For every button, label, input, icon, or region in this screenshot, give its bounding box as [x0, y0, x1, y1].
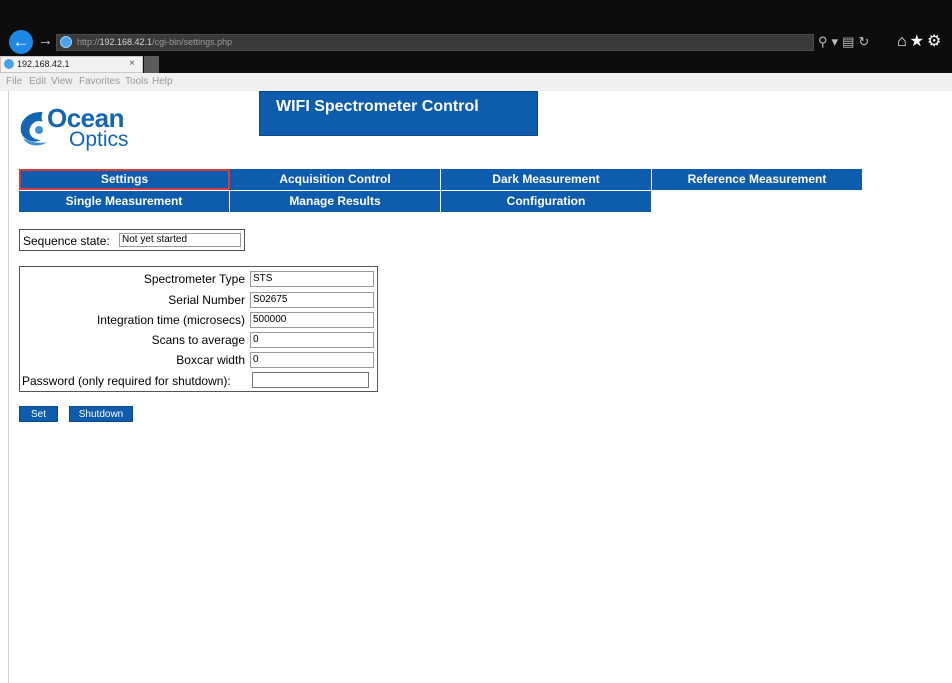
- nav-acquisition-control[interactable]: Acquisition Control: [230, 169, 441, 190]
- nav-configuration[interactable]: Configuration: [441, 191, 652, 212]
- logo-swirl-icon: [20, 112, 47, 146]
- menu-edit[interactable]: Edit: [29, 76, 46, 87]
- serial-number-label: Serial Number: [168, 293, 245, 307]
- ocean-optics-logo: Ocean Optics: [17, 100, 177, 156]
- nav-reference-measurement[interactable]: Reference Measurement: [652, 169, 863, 190]
- tab-close-icon[interactable]: ×: [129, 58, 135, 69]
- spectrometer-type-label: Spectrometer Type: [143, 272, 245, 286]
- window-left-border: [0, 91, 9, 683]
- new-tab-button[interactable]: [144, 56, 159, 73]
- integration-time-label: Integration time (microsecs): [96, 313, 245, 327]
- set-button[interactable]: Set: [19, 406, 58, 422]
- spectrometer-type-field[interactable]: STS: [250, 271, 374, 287]
- menu-favorites[interactable]: Favorites: [79, 76, 120, 87]
- password-label: Password (only required for shutdown):: [22, 374, 231, 388]
- logo-text-optics: Optics: [69, 128, 129, 151]
- settings-form: Spectrometer Type STS Serial Number S026…: [19, 266, 378, 392]
- password-field[interactable]: [252, 372, 369, 388]
- refresh-icon[interactable]: ↻: [858, 34, 869, 49]
- menu-bar: File Edit View Favorites Tools Help: [0, 73, 952, 91]
- tab-title: 192.168.42.1: [17, 59, 70, 69]
- sequence-state-box: Sequence state: Not yet started: [19, 229, 245, 251]
- serial-number-field[interactable]: S02675: [250, 292, 374, 308]
- nav-manage-results[interactable]: Manage Results: [230, 191, 441, 212]
- address-bar[interactable]: http://192.168.42.1/cgi-bin/settings.php: [56, 34, 814, 51]
- nav-settings[interactable]: Settings: [19, 169, 230, 190]
- menu-tools[interactable]: Tools: [125, 76, 148, 87]
- url-text: http://192.168.42.1/cgi-bin/settings.php: [77, 37, 233, 47]
- browser-right-icons: ⌂ ★ ⚙: [897, 31, 944, 51]
- nav-dark-measurement[interactable]: Dark Measurement: [441, 169, 652, 190]
- shutdown-button[interactable]: Shutdown: [69, 406, 133, 422]
- scans-to-average-field[interactable]: 0: [250, 332, 374, 348]
- compat-view-icon[interactable]: ▤: [842, 34, 854, 49]
- address-bar-tools: ⚲ ▾ ▤ ↻: [818, 34, 873, 50]
- nav-single-measurement[interactable]: Single Measurement: [19, 191, 230, 212]
- sequence-state-label: Sequence state:: [23, 234, 110, 248]
- boxcar-width-field[interactable]: 0: [250, 352, 374, 368]
- settings-gear-icon[interactable]: ⚙: [927, 33, 941, 50]
- ie-page-icon: [60, 36, 72, 48]
- boxcar-width-label: Boxcar width: [176, 353, 245, 367]
- back-button[interactable]: ←: [9, 30, 33, 54]
- dropdown-icon[interactable]: ▾: [832, 34, 839, 49]
- menu-file[interactable]: File: [6, 76, 22, 87]
- home-icon[interactable]: ⌂: [897, 33, 907, 50]
- sequence-state-value: Not yet started: [119, 233, 241, 247]
- browser-tab[interactable]: 192.168.42.1 ×: [0, 56, 143, 73]
- integration-time-field[interactable]: 500000: [250, 312, 374, 328]
- scans-to-average-label: Scans to average: [151, 333, 245, 347]
- favorites-star-icon[interactable]: ★: [910, 33, 924, 50]
- menu-help[interactable]: Help: [152, 76, 173, 87]
- search-icon[interactable]: ⚲: [818, 34, 828, 49]
- page-title: WIFI Spectrometer Control: [259, 91, 538, 136]
- ie-tab-icon: [4, 59, 14, 69]
- menu-view[interactable]: View: [51, 76, 73, 87]
- forward-button[interactable]: →: [38, 32, 53, 49]
